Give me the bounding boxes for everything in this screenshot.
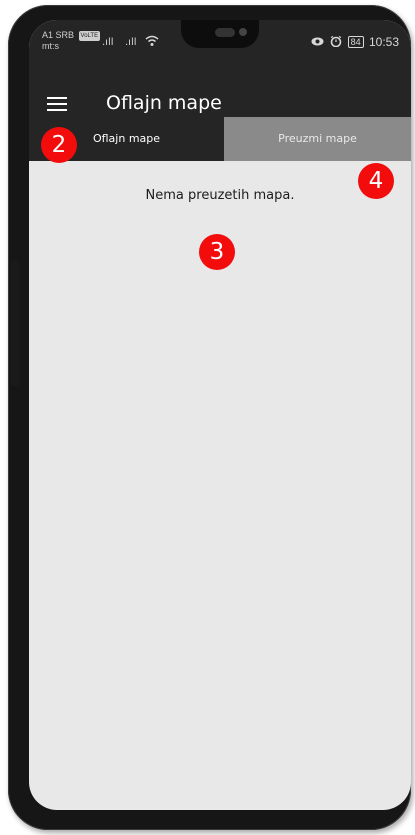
alarm-icon (330, 35, 342, 48)
tab-bar: Oflajn mape Preuzmi mape (29, 117, 411, 161)
eye-icon (311, 37, 324, 46)
signal-icon: .ıll (102, 37, 114, 48)
carrier-info: A1 SRB VoLTE mt:s (42, 30, 101, 51)
tab-download-maps-label: Preuzmi mape (278, 132, 357, 145)
volte-badge: VoLTE (78, 30, 101, 41)
tab-download-maps[interactable]: Preuzmi mape (224, 117, 411, 161)
hamburger-menu-icon[interactable] (47, 97, 67, 111)
phone-frame: A1 SRB VoLTE mt:s .ıll .ıll 84 10:53 Ofl… (8, 5, 411, 830)
annotation-marker-2: 2 (41, 127, 77, 163)
camera-lens (239, 28, 247, 36)
clock: 10:53 (368, 35, 399, 49)
carrier-name: A1 SRB (42, 30, 75, 40)
screen: A1 SRB VoLTE mt:s .ıll .ıll 84 10:53 Ofl… (29, 20, 411, 810)
annotation-marker-3: 3 (199, 234, 235, 270)
camera-sensor (215, 28, 235, 37)
camera-notch (181, 20, 259, 48)
status-right: 84 10:53 (311, 35, 399, 49)
page-title: Oflajn mape (106, 92, 222, 114)
tab-offline-maps-label: Oflajn mape (92, 132, 161, 145)
empty-state-message: Nema preuzetih mapa. (145, 188, 295, 203)
wifi-icon (145, 35, 159, 46)
side-button (11, 260, 19, 386)
status-bar: A1 SRB VoLTE mt:s .ıll .ıll 84 10:53 (29, 20, 411, 80)
annotation-marker-4: 4 (358, 163, 394, 199)
signal-icon-2: .ıll (125, 37, 137, 48)
battery-level: 84 (347, 36, 364, 48)
operator-name: mt:s (42, 40, 59, 51)
